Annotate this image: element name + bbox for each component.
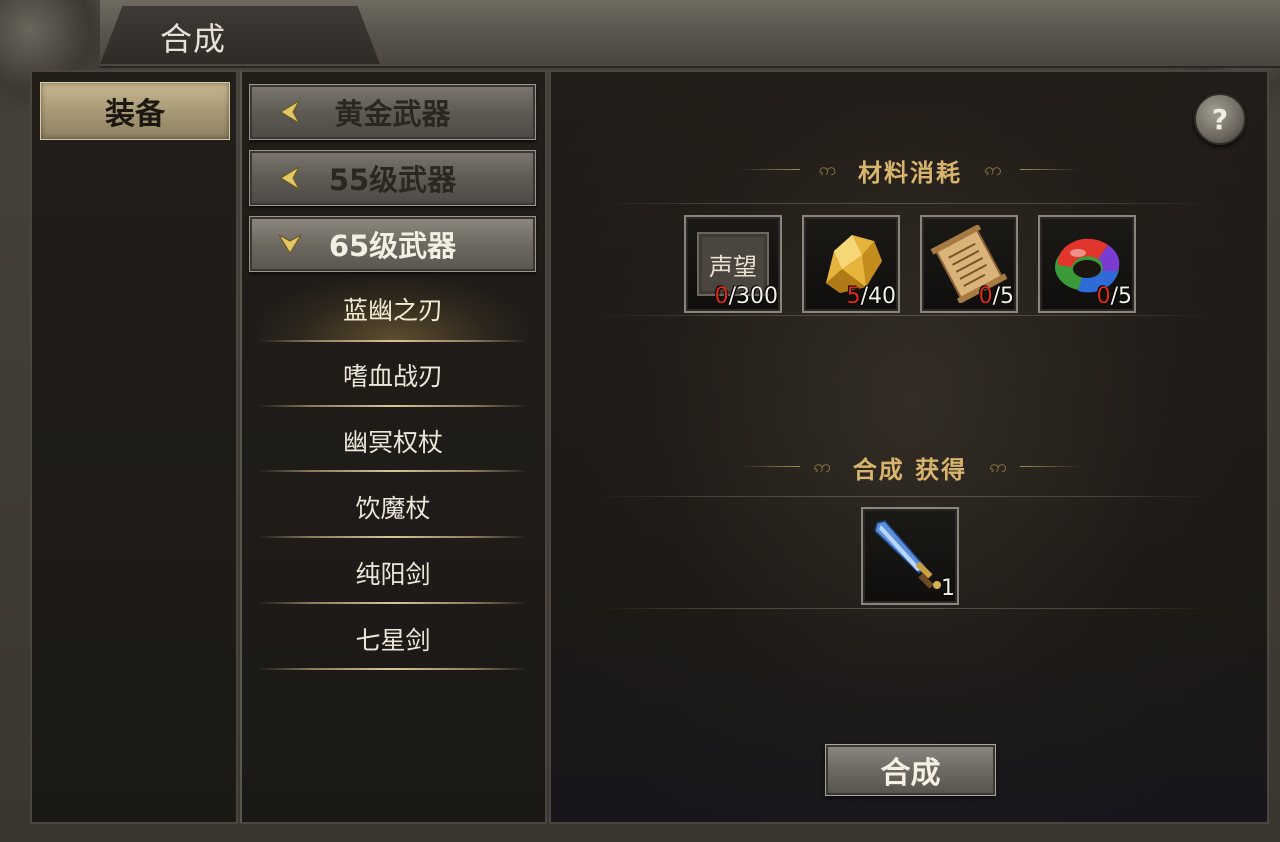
result-title: 合成 获得	[852, 455, 968, 484]
result-header: ဢ 合成 获得 ဢ	[740, 452, 1080, 484]
list-divider	[258, 340, 528, 342]
category-panel	[30, 70, 238, 824]
group-label: 65级武器	[328, 229, 457, 263]
materials-header: ဢ 材料消耗 ဢ	[740, 155, 1080, 187]
ornament-icon: ဢ	[818, 158, 836, 180]
category-tab-label: 装备	[105, 97, 165, 132]
group-lv55-weapons[interactable]: 55级武器	[249, 150, 536, 206]
material-slot-rainbow-gem[interactable]: 0/5	[1038, 215, 1136, 313]
list-item-selected[interactable]: 蓝幽之刃	[258, 278, 528, 340]
section-rule	[600, 203, 1210, 204]
list-divider	[258, 668, 528, 670]
header-line	[1020, 169, 1080, 170]
material-slot-scroll[interactable]: 0/5	[920, 215, 1018, 313]
list-divider	[258, 602, 528, 604]
material-count: 5/40	[846, 284, 896, 309]
materials-title: 材料消耗	[858, 158, 962, 187]
ornament-icon: ဢ	[813, 455, 831, 477]
header-line	[1020, 466, 1080, 467]
header-line	[740, 466, 800, 467]
help-button[interactable]: ?	[1194, 93, 1246, 145]
window-title: 合成	[160, 20, 227, 58]
list-item[interactable]: 嗜血战刃	[258, 344, 528, 406]
result-slot[interactable]: 1	[861, 507, 959, 605]
material-count: 0/300	[714, 284, 778, 309]
list-divider	[258, 470, 528, 472]
list-divider	[258, 405, 528, 407]
list-item[interactable]: 幽冥权杖	[258, 410, 528, 472]
svg-text:声望: 声望	[709, 253, 757, 281]
ornament-icon: ဢ	[989, 455, 1007, 477]
material-slot-gold-ore[interactable]: 5/40	[802, 215, 900, 313]
question-mark-icon: ?	[1211, 102, 1229, 136]
section-rule	[600, 608, 1210, 609]
material-count: 0/5	[1096, 284, 1132, 309]
list-item[interactable]: 七星剑	[258, 608, 528, 670]
section-rule	[600, 496, 1210, 497]
group-label: 黄金武器	[334, 97, 451, 131]
header-line	[740, 169, 800, 170]
section-rule	[600, 315, 1210, 316]
category-tab-equipment[interactable]: 装备	[40, 82, 230, 140]
title-tab	[100, 6, 380, 64]
group-lv65-weapons[interactable]: 65级武器	[249, 216, 536, 272]
result-count: 1	[941, 576, 955, 601]
group-gold-weapons[interactable]: 黄金武器	[249, 84, 536, 140]
material-count: 0/5	[978, 284, 1014, 309]
group-label: 55级武器	[328, 163, 457, 197]
list-item[interactable]: 饮魔杖	[258, 476, 528, 538]
list-item[interactable]: 纯阳剑	[258, 542, 528, 604]
synthesize-button[interactable]: 合成	[825, 744, 996, 796]
ornament-icon: ဢ	[984, 158, 1002, 180]
material-slot-reputation[interactable]: 声望 0/300	[684, 215, 782, 313]
list-divider	[258, 536, 528, 538]
blue-sword-icon	[874, 520, 941, 589]
